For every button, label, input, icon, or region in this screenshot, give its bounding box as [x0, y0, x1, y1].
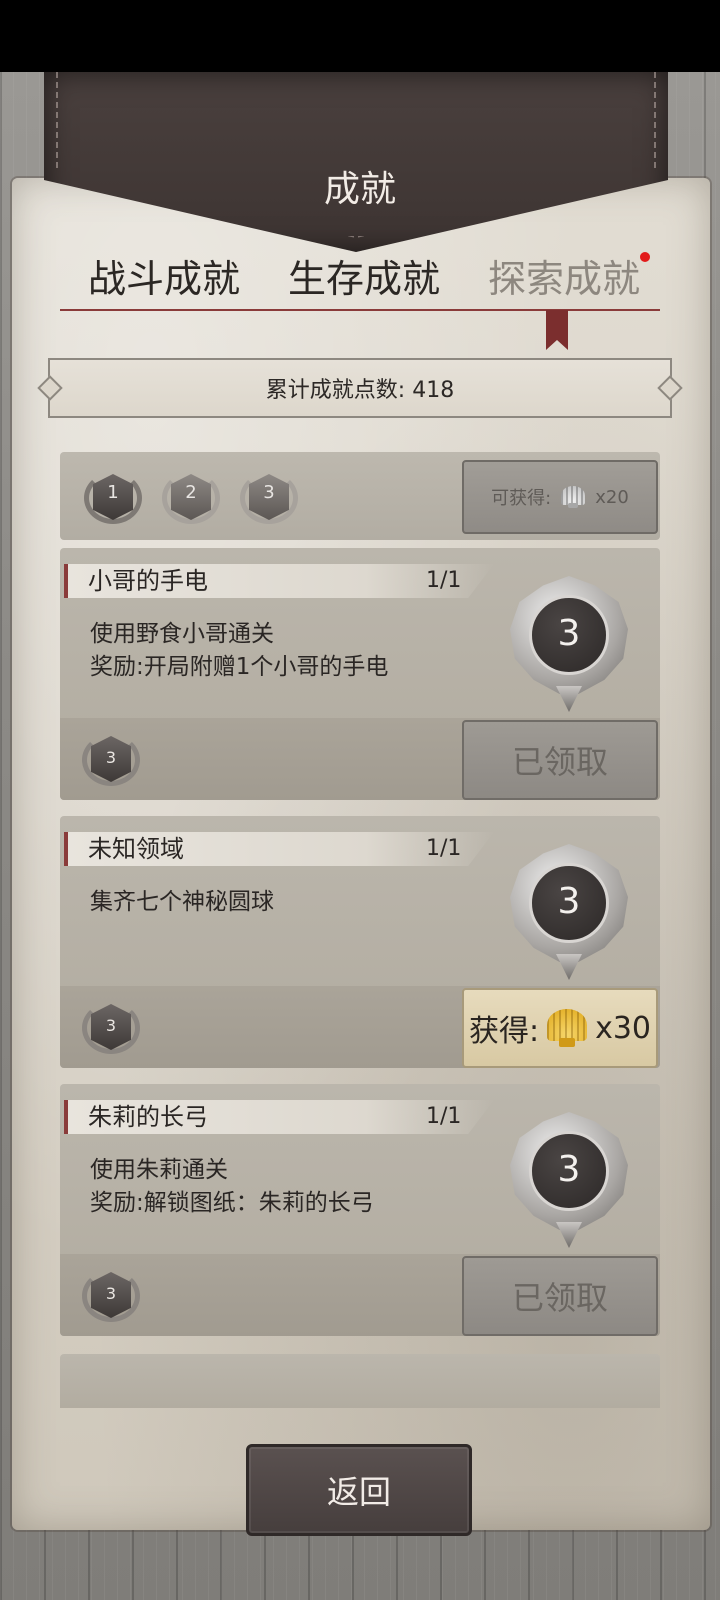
reward-label: 获得:: [468, 1014, 540, 1049]
claimable-rewards-button[interactable]: 可获得: x20: [462, 460, 658, 534]
back-button[interactable]: 返回: [246, 1444, 472, 1536]
achievement-progress: 1/1: [426, 568, 462, 593]
achievement-points-text: 累计成就点数: 418: [265, 378, 455, 403]
tab-bar: 战斗成就 生存成就 探索成就: [60, 248, 660, 308]
claimable-count: x20: [595, 486, 629, 508]
level-2-badge-icon[interactable]: 2: [160, 466, 222, 528]
claimed-button[interactable]: 已领取: [462, 720, 658, 800]
level-rewards-row: 1 2 3 可获得: x20: [60, 452, 660, 540]
points-badge-icon: 3: [80, 996, 142, 1058]
points-badge-icon: 3: [80, 728, 142, 790]
shell-icon: [547, 1009, 588, 1047]
level-3-badge-icon[interactable]: 3: [238, 466, 300, 528]
medal-icon: 3: [504, 834, 634, 986]
page-title: 成就: [323, 169, 396, 210]
achievement-title: 朱莉的长弓: [88, 1103, 208, 1131]
tab-underline: [60, 309, 660, 311]
achievement-progress: 1/1: [426, 836, 462, 861]
status-bar: [0, 0, 720, 72]
achievement-description: 使用朱莉通关 奖励:解锁图纸：朱莉的长弓: [90, 1157, 374, 1216]
achievement-points-bar: 累计成就点数: 418: [48, 358, 672, 418]
level-1-badge-icon[interactable]: 1: [82, 466, 144, 528]
achievement-card-partial: [60, 1354, 660, 1408]
achievement-list[interactable]: 1 2 3 可获得: x20 小哥的手电 1/1 使用野食小哥通关 奖励:开局附…: [60, 452, 660, 1408]
claimed-button[interactable]: 已领取: [462, 1256, 658, 1336]
achievement-title: 未知领域: [88, 835, 184, 863]
tab-explore[interactable]: 探索成就: [488, 248, 651, 303]
claim-reward-button[interactable]: 获得: x30: [462, 988, 658, 1068]
medal-icon: 3: [504, 566, 634, 718]
tab-survival[interactable]: 生存成就: [288, 248, 440, 303]
points-badge-icon: 3: [80, 1264, 142, 1326]
achievement-title: 小哥的手电: [88, 567, 208, 595]
achievement-description: 使用野食小哥通关 奖励:开局附赠1个小哥的手电: [90, 621, 389, 680]
achievement-card: 未知领域 1/1 集齐七个神秘圆球 3 3 获得: x30: [60, 816, 660, 1068]
tab-battle[interactable]: 战斗成就: [88, 248, 240, 303]
achievement-description: 集齐七个神秘圆球: [90, 889, 274, 915]
medal-icon: 3: [504, 1102, 634, 1254]
achievement-progress: 1/1: [426, 1104, 462, 1129]
shell-icon: [561, 486, 586, 508]
achievement-card: 小哥的手电 1/1 使用野食小哥通关 奖励:开局附赠1个小哥的手电 3 3 已领…: [60, 548, 660, 800]
achievement-card: 朱莉的长弓 1/1 使用朱莉通关 奖励:解锁图纸：朱莉的长弓 3 3 已领取: [60, 1084, 660, 1336]
claimable-label: 可获得:: [491, 488, 552, 509]
notification-dot: [640, 252, 651, 262]
tab-explore-label: 探索成就: [488, 257, 641, 301]
reward-count: x30: [595, 1010, 652, 1046]
